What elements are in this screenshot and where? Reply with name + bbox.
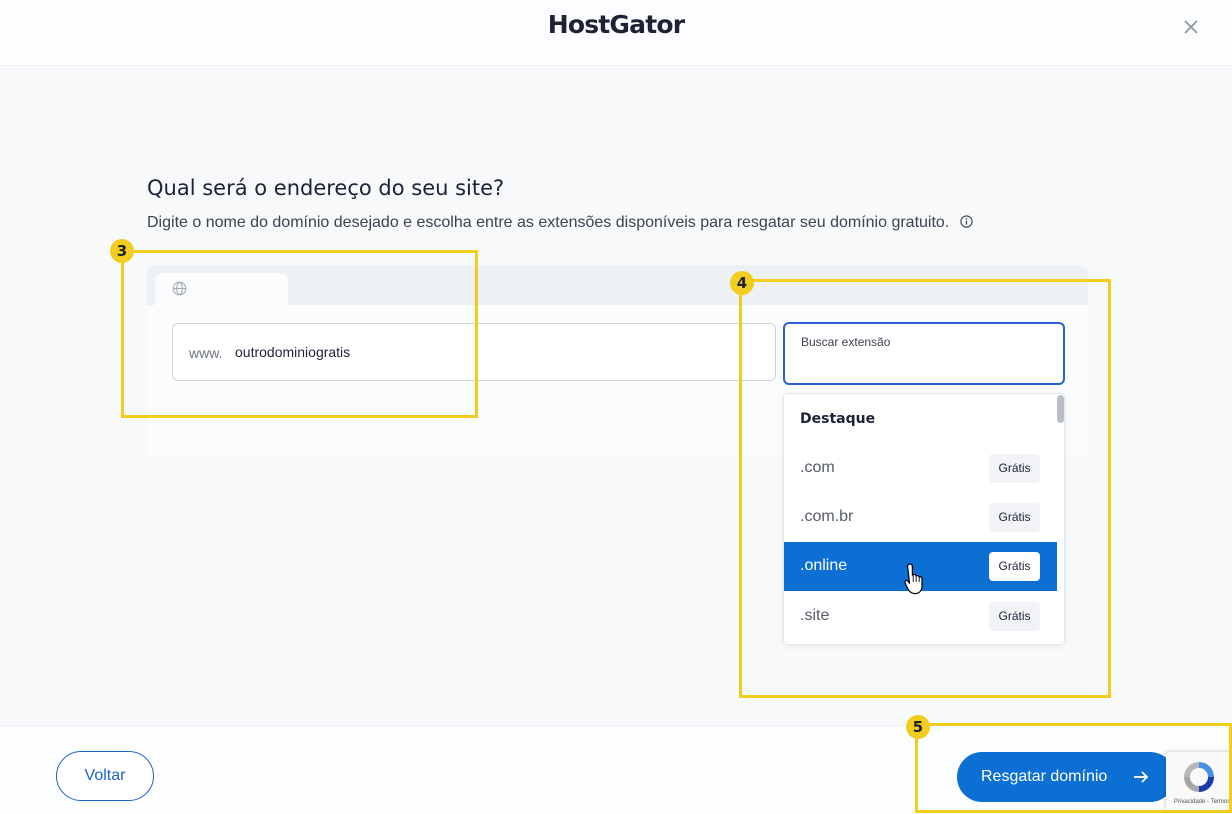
hostgator-logo: HostGator bbox=[547, 10, 685, 39]
top-bar: HostGator bbox=[0, 0, 1232, 66]
close-icon[interactable] bbox=[1180, 16, 1202, 38]
highlight-box-4 bbox=[739, 279, 1111, 698]
highlight-box-3 bbox=[121, 250, 478, 418]
highlight-box-5 bbox=[915, 723, 1232, 813]
step-badge-5: 5 bbox=[906, 715, 930, 739]
info-icon[interactable] bbox=[960, 215, 973, 228]
subtitle-text: Digite o nome do domínio desejado e esco… bbox=[147, 214, 950, 231]
page-subtitle: Digite o nome do domínio desejado e esco… bbox=[147, 214, 973, 232]
back-button[interactable]: Voltar bbox=[56, 751, 154, 801]
page-title: Qual será o endereço do seu site? bbox=[147, 176, 505, 200]
step-badge-4: 4 bbox=[730, 271, 754, 295]
step-badge-3: 3 bbox=[110, 239, 134, 263]
